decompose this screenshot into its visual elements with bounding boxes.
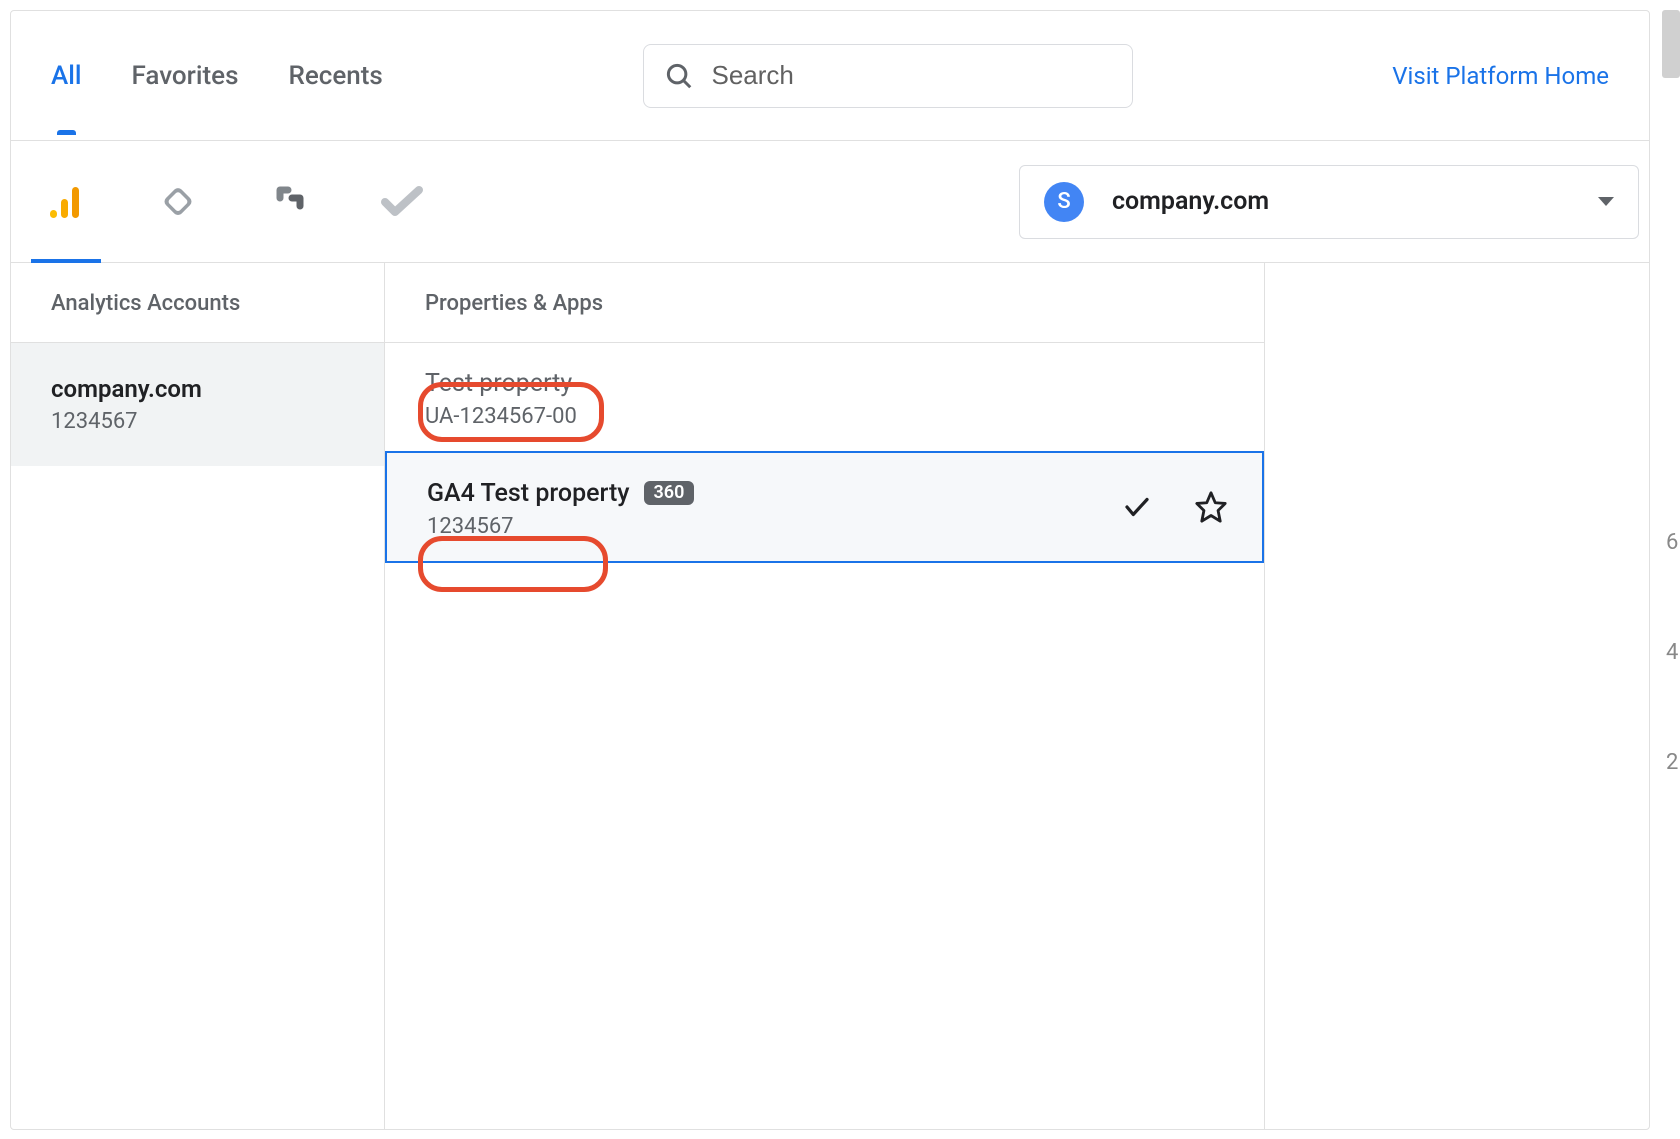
properties-column-header: Properties & Apps bbox=[385, 263, 1264, 343]
accounts-column-header: Analytics Accounts bbox=[11, 263, 384, 343]
search-wrap bbox=[383, 44, 1392, 108]
property-id: UA-1234567-00 bbox=[425, 404, 1224, 429]
property-badge-360: 360 bbox=[644, 481, 695, 505]
diamond-icon bbox=[158, 182, 198, 222]
product-icons bbox=[31, 155, 437, 249]
avatar: S bbox=[1044, 182, 1084, 222]
account-item[interactable]: company.com 1234567 bbox=[11, 343, 384, 466]
edge-axis-tick: 6 bbox=[1666, 530, 1680, 555]
check-icon bbox=[379, 182, 425, 222]
arrows-icon bbox=[270, 182, 310, 222]
property-picker-panel: All Favorites Recents Visit Platform Hom… bbox=[10, 10, 1650, 1130]
search-box[interactable] bbox=[643, 44, 1133, 108]
property-id: 1234567 bbox=[427, 514, 1222, 539]
columns: Analytics Accounts company.com 1234567 P… bbox=[11, 263, 1649, 1129]
page-scrollbar[interactable] bbox=[1662, 10, 1680, 78]
property-name: Test property bbox=[425, 369, 1224, 398]
edge-axis-tick: 4 bbox=[1666, 640, 1680, 665]
optimize-icon[interactable] bbox=[255, 155, 325, 249]
analytics-bars-icon bbox=[46, 182, 86, 222]
search-icon bbox=[664, 61, 694, 91]
tag-manager-icon[interactable] bbox=[143, 155, 213, 249]
accounts-column: Analytics Accounts company.com 1234567 bbox=[11, 263, 385, 1129]
analytics-icon[interactable] bbox=[31, 155, 101, 249]
surveys-icon[interactable] bbox=[367, 155, 437, 249]
search-input[interactable] bbox=[712, 60, 1112, 91]
tab-favorites[interactable]: Favorites bbox=[132, 53, 239, 99]
account-name: company.com bbox=[51, 375, 344, 403]
visit-platform-home-link[interactable]: Visit Platform Home bbox=[1392, 62, 1609, 90]
properties-column: Properties & Apps Test property UA-12345… bbox=[385, 263, 1265, 1129]
property-item-ga4[interactable]: GA4 Test property 360 1234567 bbox=[385, 451, 1264, 563]
top-row: All Favorites Recents Visit Platform Hom… bbox=[11, 11, 1649, 141]
tab-bar: All Favorites Recents bbox=[51, 53, 383, 99]
property-name: GA4 Test property bbox=[427, 479, 630, 508]
account-id: 1234567 bbox=[51, 409, 344, 434]
property-actions bbox=[1122, 490, 1228, 524]
property-item-test[interactable]: Test property UA-1234567-00 bbox=[385, 343, 1264, 451]
edge-axis-tick: 2 bbox=[1666, 750, 1680, 775]
views-column bbox=[1265, 263, 1649, 1129]
product-row: S company.com bbox=[11, 141, 1649, 263]
account-dropdown[interactable]: S company.com bbox=[1019, 165, 1639, 239]
check-icon bbox=[1122, 492, 1152, 522]
tab-recents[interactable]: Recents bbox=[288, 53, 382, 99]
chevron-down-icon bbox=[1598, 197, 1614, 206]
tab-all[interactable]: All bbox=[51, 53, 82, 99]
star-icon[interactable] bbox=[1194, 490, 1228, 524]
account-dropdown-name: company.com bbox=[1112, 187, 1570, 216]
